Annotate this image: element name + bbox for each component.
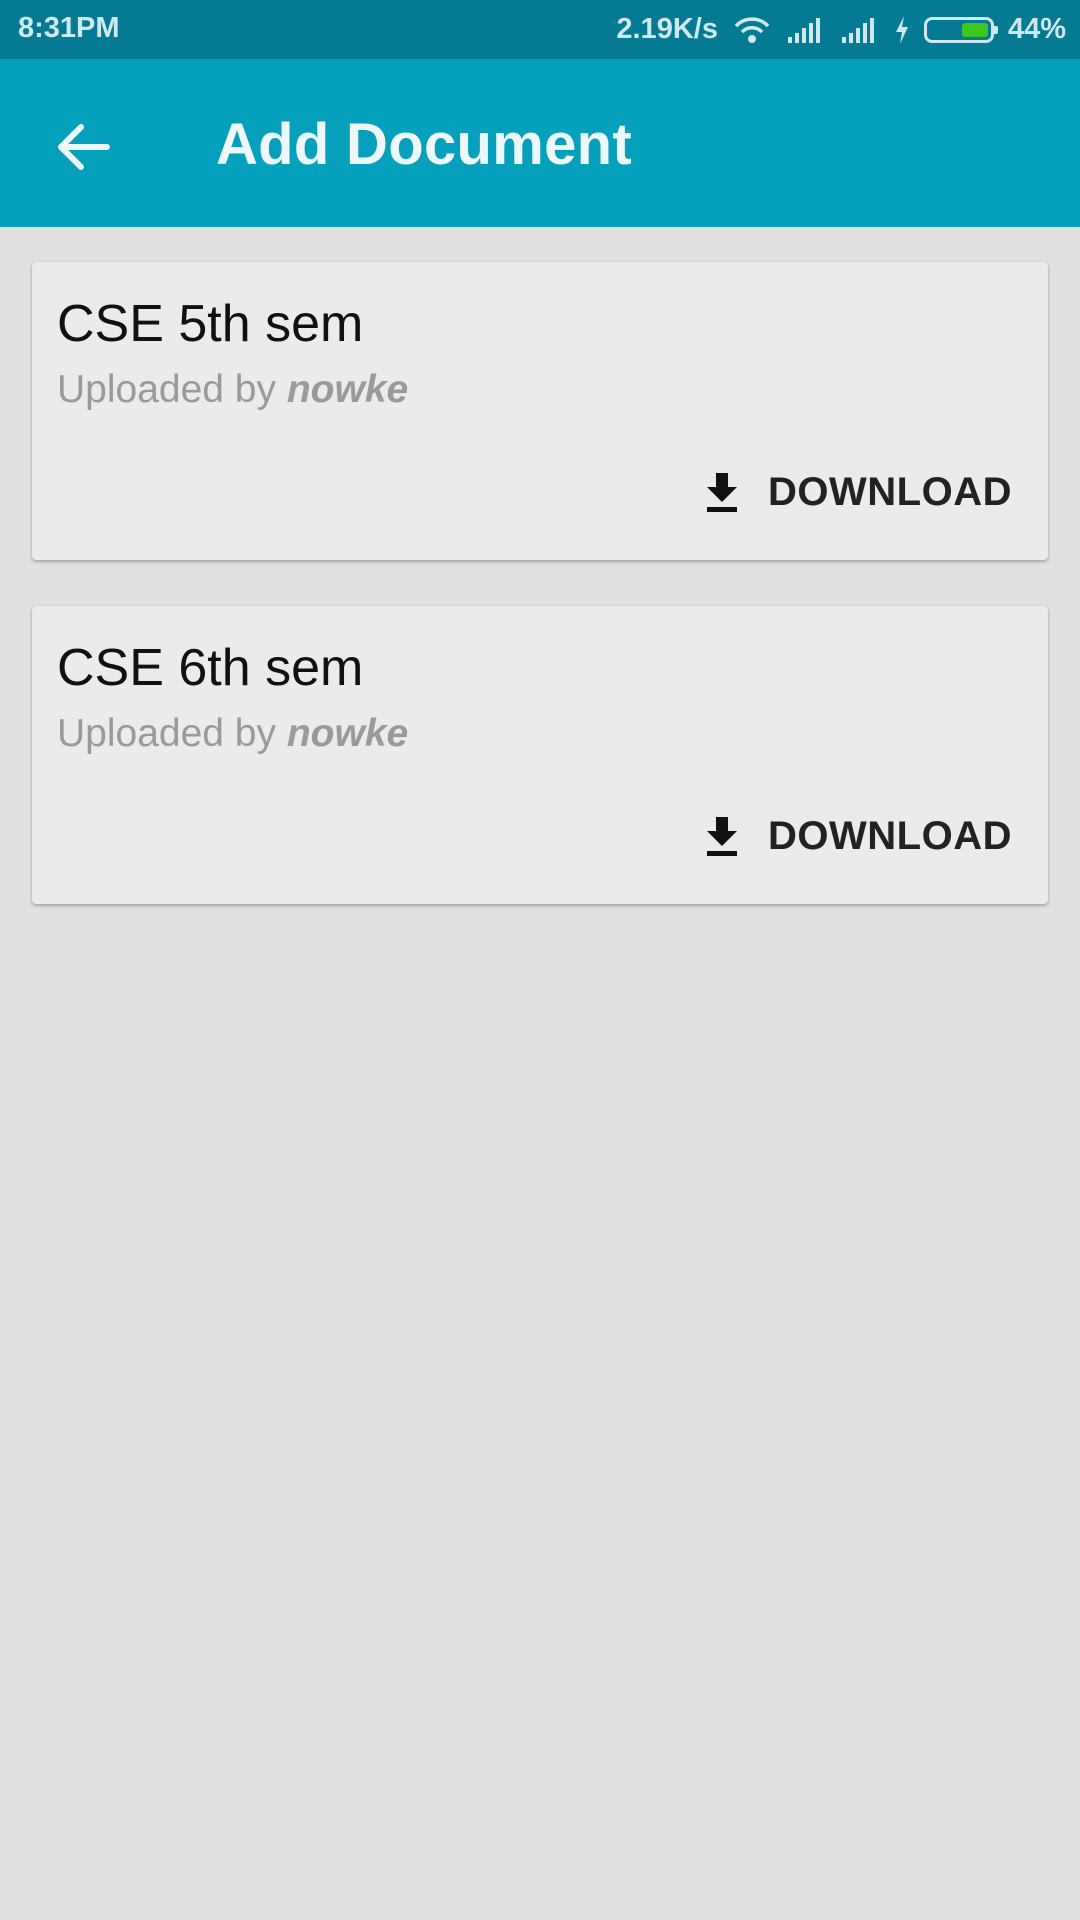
download-label: DOWNLOAD xyxy=(768,813,1012,858)
document-card: CSE 5th sem Uploaded by nowke DOWNLOAD xyxy=(32,262,1048,560)
status-bar: 8:31PM 2.19K/s 44% xyxy=(0,0,1080,59)
arrow-back-icon xyxy=(58,124,110,170)
uploaded-by-label: Uploaded by xyxy=(57,368,276,411)
signal-icon xyxy=(786,16,826,44)
download-label: DOWNLOAD xyxy=(768,469,1012,514)
battery-level xyxy=(962,22,988,37)
page-title: Add Document xyxy=(216,112,633,177)
charging-icon xyxy=(894,15,910,45)
signal-icon-2 xyxy=(840,16,880,44)
download-icon xyxy=(707,473,738,512)
download-icon xyxy=(707,817,738,856)
back-button[interactable] xyxy=(40,103,128,191)
wifi-icon xyxy=(732,15,772,45)
document-title: CSE 5th sem xyxy=(57,295,364,353)
uploaded-by-text: Uploaded by nowke xyxy=(57,712,408,756)
battery-icon xyxy=(923,16,998,43)
document-card: CSE 6th sem Uploaded by nowke DOWNLOAD xyxy=(32,606,1048,904)
uploader-name: nowke xyxy=(286,712,409,755)
download-button[interactable]: DOWNLOAD xyxy=(704,796,1012,876)
document-title: CSE 6th sem xyxy=(57,639,364,697)
status-time: 8:31PM xyxy=(18,12,120,44)
app-bar: Add Document xyxy=(0,59,1080,227)
battery-percent: 44% xyxy=(1007,13,1066,45)
uploader-name: nowke xyxy=(286,368,409,411)
status-indicators: 2.19K/s 44% xyxy=(616,0,1066,59)
uploaded-by-text: Uploaded by nowke xyxy=(57,368,408,412)
network-speed: 2.19K/s xyxy=(616,13,718,45)
download-button[interactable]: DOWNLOAD xyxy=(704,452,1012,532)
uploaded-by-label: Uploaded by xyxy=(57,712,276,755)
